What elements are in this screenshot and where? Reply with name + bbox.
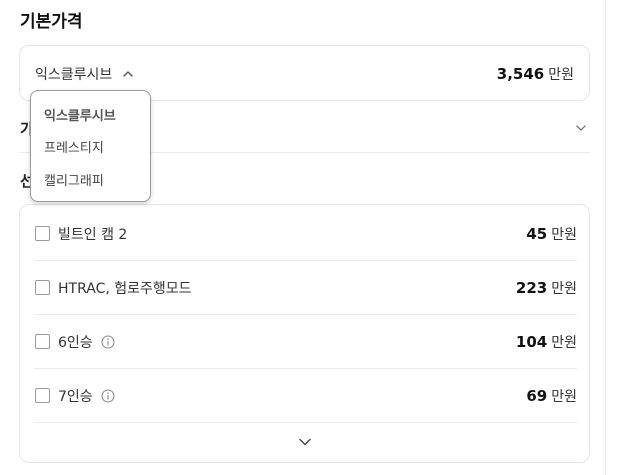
- option-price-unit: 만원: [551, 281, 577, 297]
- info-circle-icon[interactable]: [101, 335, 115, 349]
- option-price: 69 만원: [526, 385, 577, 407]
- option-checkbox[interactable]: [35, 388, 50, 403]
- option-checkbox[interactable]: [35, 334, 50, 349]
- trim-dropdown-menu: 익스클루시브 프레스티지 캘리그래피: [30, 90, 151, 202]
- option-name: HTRAC, 험로주행모드: [58, 278, 192, 298]
- option-row[interactable]: 7인승 69 만원: [34, 369, 577, 423]
- trim-option-prestige[interactable]: 프레스티지: [44, 137, 104, 156]
- option-price-value: 223: [515, 279, 548, 297]
- trim-select[interactable]: 익스클루시브: [35, 63, 135, 85]
- option-price-unit: 만원: [551, 227, 577, 243]
- options-list: 빌트인 캠 2 45 만원 HTRAC, 험로주행모드 223 만원 6인승 1…: [19, 204, 590, 463]
- base-price-unit: 만원: [548, 67, 574, 83]
- option-price-value: 104: [515, 333, 548, 351]
- chevron-down-icon[interactable]: [574, 121, 588, 135]
- option-price-value: 69: [526, 387, 548, 405]
- option-row[interactable]: 6인승 104 만원: [34, 315, 577, 369]
- base-price: 3,546 만원: [497, 63, 574, 85]
- trim-option-calligraphy[interactable]: 캘리그래피: [44, 170, 104, 189]
- option-price-unit: 만원: [551, 389, 577, 405]
- option-row[interactable]: HTRAC, 험로주행모드 223 만원: [34, 261, 577, 315]
- option-label: 6인승: [58, 335, 93, 351]
- option-label: 7인승: [58, 389, 93, 405]
- option-row[interactable]: 빌트인 캠 2 45 만원: [34, 207, 577, 261]
- basic-price-title: 기본가격: [20, 12, 83, 32]
- option-name: 6인승: [58, 332, 115, 352]
- trim-option-exclusive[interactable]: 익스클루시브: [44, 105, 116, 124]
- info-circle-icon[interactable]: [101, 389, 115, 403]
- option-price-unit: 만원: [551, 335, 577, 351]
- base-price-value: 3,546: [496, 65, 545, 83]
- option-checkbox[interactable]: [35, 280, 50, 295]
- option-checkbox[interactable]: [35, 226, 50, 241]
- option-name: 빌트인 캠 2: [58, 224, 127, 244]
- option-price: 104 만원: [516, 331, 577, 353]
- expand-options-chevron-down-icon[interactable]: [297, 435, 313, 449]
- chevron-up-icon: [123, 71, 133, 77]
- option-price: 223 만원: [516, 277, 577, 299]
- option-label: 빌트인 캠 2: [58, 227, 128, 243]
- option-name: 7인승: [58, 386, 115, 406]
- price-panel: 기본가격 익스클루시브 3,546 만원 가 선 빌트인 캠 2 45 만원 H…: [0, 0, 606, 475]
- option-price: 45 만원: [526, 223, 577, 245]
- trim-select-label: 익스클루시브: [35, 67, 113, 83]
- option-label: HTRAC, 험로주행모드: [58, 281, 192, 297]
- option-price-value: 45: [526, 225, 548, 243]
